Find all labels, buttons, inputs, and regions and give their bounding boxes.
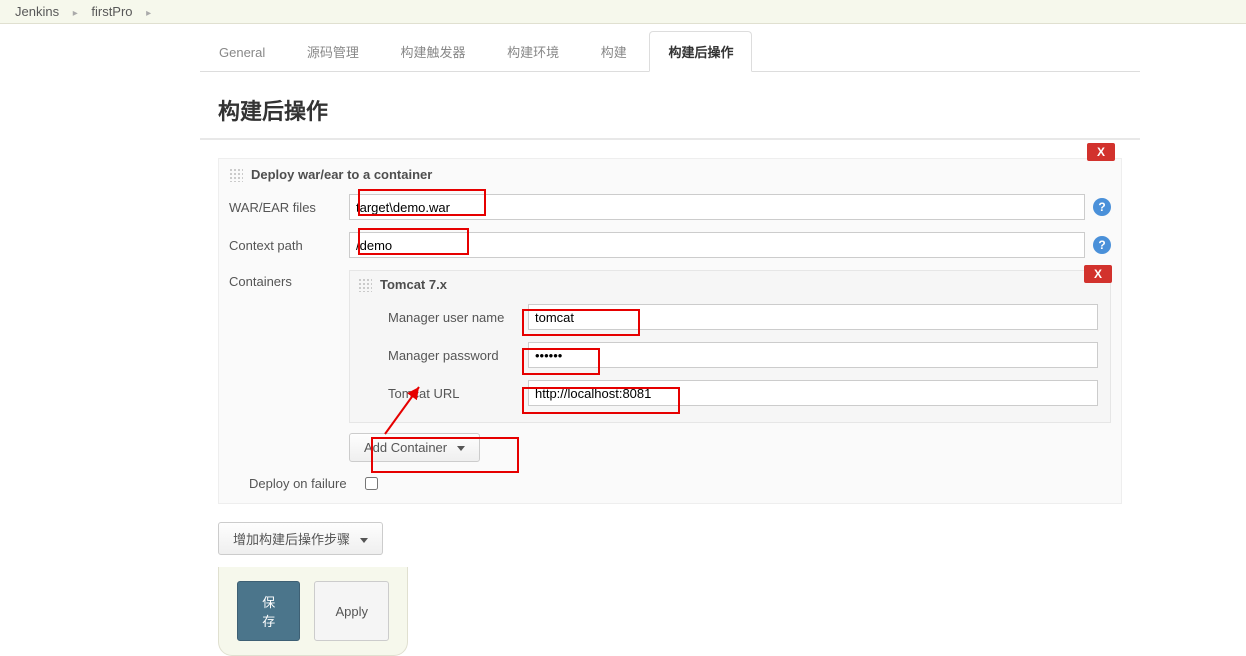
tomcat-url-label: Tomcat URL bbox=[388, 386, 528, 401]
manager-user-label: Manager user name bbox=[388, 310, 528, 325]
context-path-label: Context path bbox=[229, 238, 349, 253]
breadcrumb: Jenkins ▸ firstPro ▸ bbox=[0, 0, 1246, 24]
tomcat-subpanel: X Tomcat 7.x Manager user name Manager p… bbox=[349, 270, 1111, 423]
add-post-build-step-button[interactable]: 增加构建后操作步骤 bbox=[218, 522, 383, 555]
deploy-panel-title: Deploy war/ear to a container bbox=[251, 167, 432, 182]
deploy-on-failure-label: Deploy on failure bbox=[249, 476, 347, 491]
section-title: 构建后操作 bbox=[200, 72, 1140, 140]
manager-user-input[interactable] bbox=[528, 304, 1098, 330]
config-tabs: General 源码管理 构建触发器 构建环境 构建 构建后操作 bbox=[200, 30, 1140, 72]
add-container-label: Add Container bbox=[364, 440, 447, 455]
deploy-on-failure-checkbox[interactable] bbox=[365, 477, 378, 490]
row-containers: Containers X Tomcat 7.x Manager user nam… bbox=[219, 264, 1121, 468]
tab-scm[interactable]: 源码管理 bbox=[288, 31, 378, 72]
help-icon[interactable]: ? bbox=[1093, 198, 1111, 216]
drag-handle-icon[interactable] bbox=[358, 278, 372, 292]
row-tomcat-url: Tomcat URL bbox=[358, 374, 1102, 412]
manager-password-label: Manager password bbox=[388, 348, 528, 363]
close-icon[interactable]: X bbox=[1087, 143, 1115, 161]
breadcrumb-root[interactable]: Jenkins bbox=[15, 4, 59, 19]
chevron-right-icon: ▸ bbox=[73, 8, 78, 19]
war-files-label: WAR/EAR files bbox=[229, 200, 349, 215]
caret-down-icon bbox=[457, 446, 465, 451]
help-icon[interactable]: ? bbox=[1093, 236, 1111, 254]
add-container-button[interactable]: Add Container bbox=[349, 433, 480, 462]
row-manager-user: Manager user name bbox=[358, 298, 1102, 336]
tomcat-url-input[interactable] bbox=[528, 380, 1098, 406]
tomcat-title: Tomcat 7.x bbox=[380, 277, 447, 292]
tab-general[interactable]: General bbox=[200, 34, 284, 71]
drag-handle-icon[interactable] bbox=[229, 168, 243, 182]
tab-env[interactable]: 构建环境 bbox=[488, 31, 578, 72]
footer-actions: 保存 Apply bbox=[218, 567, 408, 656]
deploy-panel: X Deploy war/ear to a container WAR/EAR … bbox=[218, 158, 1122, 504]
tab-build[interactable]: 构建 bbox=[582, 31, 646, 72]
row-manager-password: Manager password bbox=[358, 336, 1102, 374]
add-post-build-step-label: 增加构建后操作步骤 bbox=[233, 532, 350, 547]
row-context-path: Context path ? bbox=[219, 226, 1121, 264]
deploy-panel-header[interactable]: Deploy war/ear to a container bbox=[219, 159, 1121, 188]
context-path-input[interactable] bbox=[349, 232, 1085, 258]
containers-label: Containers bbox=[229, 270, 349, 289]
tab-triggers[interactable]: 构建触发器 bbox=[382, 31, 485, 72]
apply-button[interactable]: Apply bbox=[314, 581, 389, 641]
caret-down-icon bbox=[360, 538, 368, 543]
war-files-input[interactable] bbox=[349, 194, 1085, 220]
row-deploy-on-failure: Deploy on failure bbox=[219, 468, 1121, 491]
row-war-files: WAR/EAR files ? bbox=[219, 188, 1121, 226]
manager-password-input[interactable] bbox=[528, 342, 1098, 368]
breadcrumb-item[interactable]: firstPro bbox=[91, 4, 132, 19]
close-icon[interactable]: X bbox=[1084, 265, 1112, 283]
tab-post-build[interactable]: 构建后操作 bbox=[649, 31, 752, 72]
tomcat-subpanel-header[interactable]: Tomcat 7.x bbox=[358, 277, 1102, 298]
save-button[interactable]: 保存 bbox=[237, 581, 300, 641]
chevron-right-icon: ▸ bbox=[146, 8, 151, 19]
